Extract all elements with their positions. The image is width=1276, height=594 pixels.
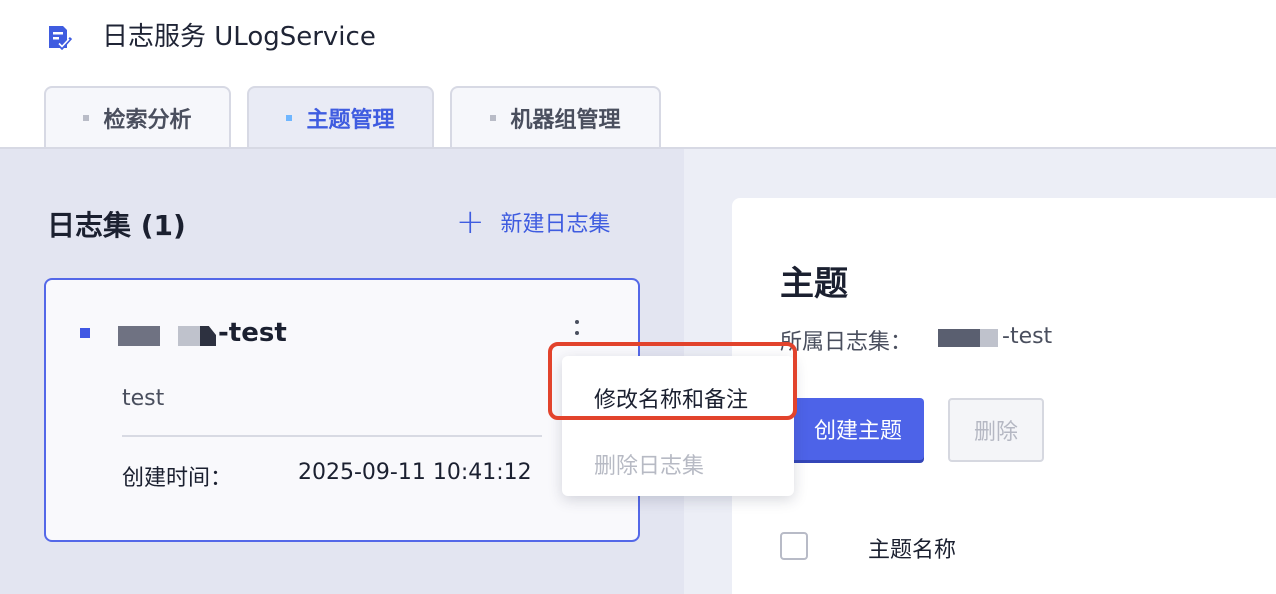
tab-search-analysis[interactable]: 检索分析 xyxy=(44,86,231,148)
app-header: 日志服务 ULogService 检索分析 主题管理 机器组管理 xyxy=(0,0,1276,150)
created-time-value: 2025-09-11 10:41:12 xyxy=(298,460,532,485)
logset-field-value: -test xyxy=(1002,324,1053,349)
tab-label: 主题管理 xyxy=(306,108,395,133)
card-divider xyxy=(122,435,542,437)
highlight-box xyxy=(548,342,797,420)
created-time-label: 创建时间： xyxy=(122,466,233,491)
delete-topic-button[interactable]: 删除 xyxy=(948,398,1044,462)
tab-label: 检索分析 xyxy=(103,108,192,133)
app-title: 日志服务 ULogService xyxy=(102,22,376,52)
tab-machine-group-management[interactable]: 机器组管理 xyxy=(450,86,661,148)
redacted-name-block xyxy=(118,326,160,346)
topic-title: 主题 xyxy=(780,264,848,304)
create-topic-button[interactable]: 创建主题 xyxy=(788,398,924,460)
logset-description: test xyxy=(122,386,165,411)
topic-panel: 主题 所属日志集： -test 创建主题 删除 主题名称 xyxy=(732,198,1276,594)
redacted-name-block xyxy=(200,326,216,346)
tab-dot-icon xyxy=(83,115,90,121)
column-header-topic-name: 主题名称 xyxy=(868,538,957,563)
menu-item-delete-logset[interactable]: 删除日志集 xyxy=(594,448,704,480)
tab-label: 机器组管理 xyxy=(510,108,621,133)
logset-list-title: 日志集 (1) xyxy=(47,209,186,242)
select-all-checkbox[interactable] xyxy=(780,532,808,560)
tab-topic-management[interactable]: 主题管理 xyxy=(247,86,434,148)
redacted-name-block xyxy=(178,326,202,346)
logo-icon xyxy=(49,26,73,50)
tab-dot-icon xyxy=(490,115,497,121)
new-logset-button[interactable]: + 新建日志集 xyxy=(456,202,611,242)
new-logset-label: 新建日志集 xyxy=(500,212,611,237)
tab-dot-icon xyxy=(286,115,293,121)
logset-marker-icon xyxy=(80,328,90,338)
plus-icon: + xyxy=(456,202,485,242)
redacted-name-block xyxy=(938,329,980,347)
logset-name: -test xyxy=(218,318,287,348)
redacted-name-block xyxy=(980,329,998,347)
logset-field-label: 所属日志集： xyxy=(780,330,913,355)
